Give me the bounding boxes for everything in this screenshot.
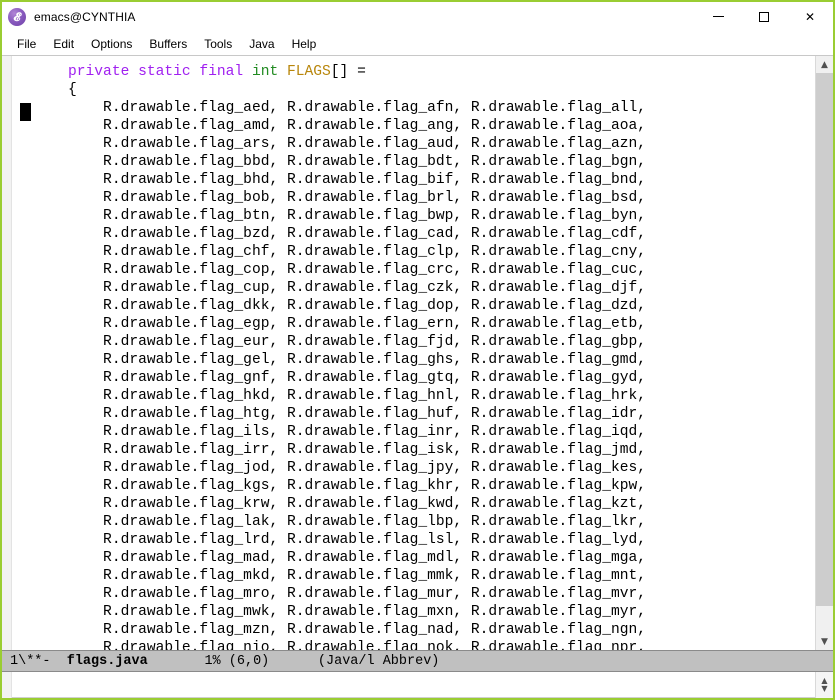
close-icon: ✕ <box>804 9 816 24</box>
modeline-gap-3 <box>221 654 229 669</box>
code-line-declaration: private static final int FLAGS[] = <box>33 63 815 81</box>
modeline-percent: 1% <box>204 653 221 669</box>
code-line-flags: R.drawable.flag_bbd, R.drawable.flag_bdt… <box>33 154 647 170</box>
code-line-flags: R.drawable.flag_mad, R.drawable.flag_mdl… <box>33 550 647 566</box>
modeline-position: (6,0) <box>228 653 270 669</box>
code-line-flags: R.drawable.flag_gel, R.drawable.flag_ghs… <box>33 352 647 368</box>
window-controls: ✕ <box>695 2 833 31</box>
code-line-flags: R.drawable.flag_htg, R.drawable.flag_huf… <box>33 406 647 422</box>
menu-item-options[interactable]: Options <box>83 35 141 53</box>
code-line-flags: R.drawable.flag_kgs, R.drawable.flag_khr… <box>33 478 647 494</box>
minibuffer-scroll-down-icon[interactable]: ▼ <box>821 685 827 693</box>
indent-spacer-2 <box>33 82 68 98</box>
code-line-flags: R.drawable.flag_dkk, R.drawable.flag_dop… <box>33 298 647 314</box>
code-type: int <box>251 64 279 80</box>
modeline-gap-1 <box>51 654 67 669</box>
code-line-flags: R.drawable.flag_nio, R.drawable.flag_nok… <box>33 640 647 650</box>
code-open-brace: { <box>68 82 77 98</box>
code-line-flags: R.drawable.flag_eur, R.drawable.flag_fjd… <box>33 334 647 350</box>
code-line-flags: R.drawable.flag_btn, R.drawable.flag_bwp… <box>33 208 647 224</box>
code-line-flags: R.drawable.flag_mzn, R.drawable.flag_nad… <box>33 622 647 638</box>
code-line-flags: R.drawable.flag_mro, R.drawable.flag_mur… <box>33 586 647 602</box>
modeline-gap-2 <box>148 654 205 669</box>
code-line-flags: R.drawable.flag_lrd, R.drawable.flag_lsl… <box>33 532 647 548</box>
minimize-button[interactable] <box>695 2 741 31</box>
maximize-icon <box>759 11 769 22</box>
modeline-coding-indicator: 1\**- <box>10 653 51 669</box>
menu-item-buffers[interactable]: Buffers <box>141 35 196 53</box>
left-gutter <box>2 56 12 650</box>
text-cursor <box>20 103 31 121</box>
code-variable-name: FLAGS <box>287 64 331 80</box>
emacs-window: emacs@CYNTHIA ✕ File Edit Options Buffer… <box>0 0 835 700</box>
menu-item-help[interactable]: Help <box>284 35 326 53</box>
code-line-flags: R.drawable.flag_irr, R.drawable.flag_isk… <box>33 442 647 458</box>
minibuffer-row: ▲ ▼ <box>2 672 833 698</box>
menu-item-file[interactable]: File <box>9 35 45 53</box>
menu-item-edit[interactable]: Edit <box>45 35 83 53</box>
code-keywords: private static final <box>68 64 244 80</box>
code-declaration-suffix: [] = <box>330 64 366 80</box>
code-text-pane[interactable]: private static final int FLAGS[] = { R.d… <box>33 56 815 650</box>
menu-item-java[interactable]: Java <box>241 35 283 53</box>
code-line-flags: R.drawable.flag_chf, R.drawable.flag_clp… <box>33 244 647 260</box>
close-button[interactable]: ✕ <box>787 2 833 31</box>
modeline-major-mode: (Java/l Abbrev) <box>317 653 440 669</box>
code-line-flags: R.drawable.flag_bzd, R.drawable.flag_cad… <box>33 226 647 242</box>
code-line-flags: R.drawable.flag_mkd, R.drawable.flag_mmk… <box>33 568 647 584</box>
code-line-flags: R.drawable.flag_ars, R.drawable.flag_aud… <box>33 136 647 152</box>
code-line-flags: R.drawable.flag_lak, R.drawable.flag_lbp… <box>33 514 647 530</box>
scrollbar-track[interactable] <box>816 73 833 633</box>
code-line-flags: R.drawable.flag_aed, R.drawable.flag_afn… <box>33 100 647 116</box>
menu-item-tools[interactable]: Tools <box>196 35 241 53</box>
code-line-flags: R.drawable.flag_cop, R.drawable.flag_crc… <box>33 262 647 278</box>
minibuffer-left-gutter <box>2 672 12 698</box>
emacs-icon <box>8 7 26 26</box>
minimize-icon <box>712 16 724 17</box>
space-1 <box>243 64 252 80</box>
scroll-up-arrow-icon[interactable]: ▲ <box>816 56 833 73</box>
code-line-flags: R.drawable.flag_cup, R.drawable.flag_czk… <box>33 280 647 296</box>
scroll-down-arrow-icon[interactable]: ▼ <box>816 633 833 650</box>
code-line-flags: R.drawable.flag_gnf, R.drawable.flag_gtq… <box>33 370 647 386</box>
code-line-flags: R.drawable.flag_bhd, R.drawable.flag_bif… <box>33 172 647 188</box>
code-line-flags: R.drawable.flag_amd, R.drawable.flag_ang… <box>33 118 647 134</box>
code-line-flags: R.drawable.flag_egp, R.drawable.flag_ern… <box>33 316 647 332</box>
modeline-buffer-name: flags.java <box>66 653 148 669</box>
scrollbar-thumb[interactable] <box>816 73 833 606</box>
editor-area: private static final int FLAGS[] = { R.d… <box>2 55 833 650</box>
code-line-flags: R.drawable.flag_bob, R.drawable.flag_brl… <box>33 190 647 206</box>
modeline-gap-4 <box>269 654 318 669</box>
code-line-flags: R.drawable.flag_krw, R.drawable.flag_kwd… <box>33 496 647 512</box>
space-2 <box>278 64 287 80</box>
menu-bar: File Edit Options Buffers Tools Java Hel… <box>2 32 833 55</box>
code-line-open-brace: { <box>33 81 815 99</box>
code-flag-rows: R.drawable.flag_aed, R.drawable.flag_afn… <box>33 99 815 650</box>
minibuffer-scrollbar[interactable]: ▲ ▼ <box>815 672 833 698</box>
code-line-flags: R.drawable.flag_ils, R.drawable.flag_inr… <box>33 424 647 440</box>
minibuffer[interactable] <box>12 672 815 698</box>
code-line-flags: R.drawable.flag_mwk, R.drawable.flag_mxn… <box>33 604 647 620</box>
code-line-flags: R.drawable.flag_hkd, R.drawable.flag_hnl… <box>33 388 647 404</box>
maximize-button[interactable] <box>741 2 787 31</box>
mode-line: 1\**- flags.java 1% (6,0) (Java/l Abbrev… <box>2 650 833 672</box>
fringe <box>12 56 33 650</box>
title-bar: emacs@CYNTHIA ✕ <box>2 2 833 32</box>
window-title: emacs@CYNTHIA <box>34 9 136 24</box>
vertical-scrollbar[interactable]: ▲ ▼ <box>815 56 833 650</box>
code-line-flags: R.drawable.flag_jod, R.drawable.flag_jpy… <box>33 460 647 476</box>
